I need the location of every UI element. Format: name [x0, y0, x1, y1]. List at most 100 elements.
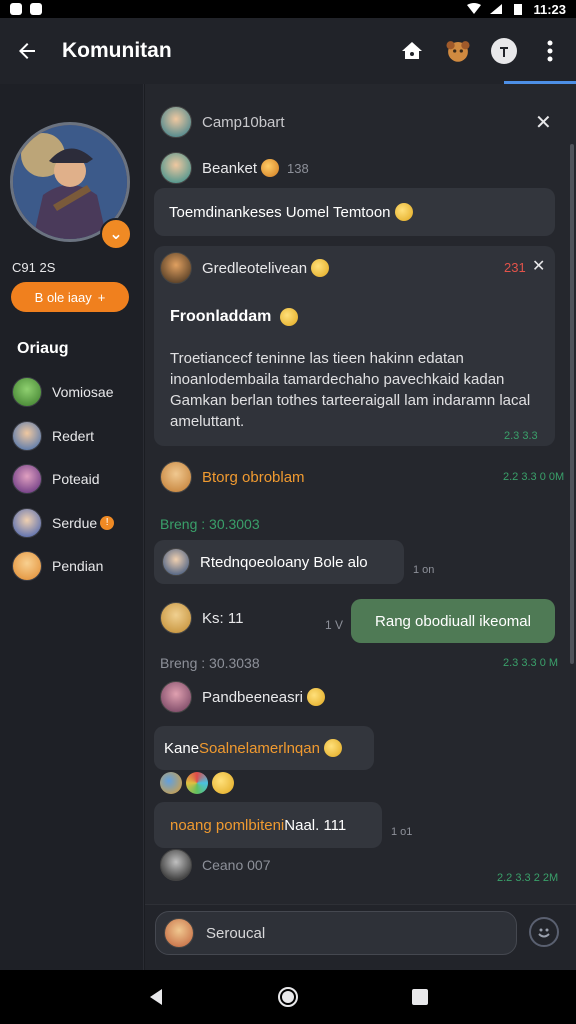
smile-emoji-icon: [311, 259, 330, 277]
message-text-prefix: Kane: [164, 739, 200, 757]
follow-label: B ole iaay: [34, 289, 92, 305]
outgoing-message-bubble[interactable]: Rang obodiuall ikeomal: [351, 599, 555, 643]
people-list: Vomiosae Redert Poteaid Serdue ! Pendian: [12, 376, 115, 594]
avatar: [12, 420, 42, 451]
message-header: Ks: 11: [160, 602, 243, 634]
person-item[interactable]: Poteaid: [12, 463, 114, 495]
message-bubble[interactable]: Kane Soalnelamerlnqan: [154, 726, 374, 770]
message-text: Naal. 111: [284, 816, 347, 834]
avatar: [12, 507, 42, 538]
smile-icon: [538, 928, 550, 938]
app-bar: Komunitan: [0, 18, 576, 84]
follow-button[interactable]: B ole iaay +: [11, 282, 129, 312]
message-card[interactable]: Gredleotelivean 231 ✕ Froonladdam Troeti…: [154, 246, 555, 446]
person-name: Poteaid: [52, 471, 100, 487]
message-meta: 1 V: [325, 618, 344, 632]
timestamp: 2.2 3.3 2 2M: [497, 872, 559, 884]
nav-home-icon[interactable]: [277, 986, 299, 1008]
more-vert-icon: [547, 40, 553, 62]
notification-icon: [30, 3, 42, 15]
notification-icon: [10, 3, 22, 15]
smile-emoji-icon: [279, 308, 298, 326]
chat-header-name: Camp10bart: [202, 113, 285, 131]
home-button[interactable]: [398, 37, 426, 65]
profile-button[interactable]: [444, 37, 472, 65]
message-meta: 1 o1: [391, 826, 413, 838]
scrollbar[interactable]: [570, 144, 574, 664]
composer: Seroucal: [145, 904, 576, 970]
arrow-left-icon: [19, 43, 35, 59]
home-icon: [402, 42, 422, 59]
person-name: Pendian: [52, 558, 104, 574]
message-bubble[interactable]: noang pomlbiteni Naal. 111: [154, 802, 382, 848]
smile-emoji-icon[interactable]: [212, 772, 234, 794]
message-header: Pandbeeneasri: [160, 681, 325, 713]
page-title: Komunitan: [62, 39, 172, 62]
globe-emoji-icon[interactable]: [160, 772, 182, 794]
card-body: Troetiancecf teninne las tieen hakinn ed…: [170, 350, 531, 430]
medal-icon: [261, 159, 280, 177]
avatar: [160, 106, 192, 138]
avatar: [12, 377, 42, 407]
count: 138: [287, 160, 309, 176]
emoji-button[interactable]: [529, 917, 559, 947]
signal-icon: [490, 4, 503, 14]
date-label: Breng : 30.3003: [160, 516, 260, 532]
reaction-row[interactable]: [160, 772, 234, 794]
info-button[interactable]: [490, 37, 518, 65]
nav-recents-icon[interactable]: [409, 986, 431, 1008]
card-heading: Froonladdam: [170, 308, 272, 326]
chat-header: Camp10bart: [160, 106, 285, 138]
profile-name: C91 2S: [12, 260, 56, 275]
message-text: Rang obodiuall ikeomal: [375, 612, 531, 630]
close-icon[interactable]: ✕: [532, 256, 545, 276]
colorful-emoji-icon[interactable]: [186, 772, 208, 794]
message-input[interactable]: Seroucal: [155, 911, 517, 955]
section-title: Oriaug: [17, 340, 69, 357]
avatar: [162, 548, 190, 576]
status-bar: 11:23: [0, 0, 576, 18]
message-text: Rtednqoeoloany Bole alo: [200, 553, 368, 571]
person-item[interactable]: Serdue !: [12, 507, 115, 539]
avatar: [160, 152, 192, 184]
message-meta: 1 on: [413, 564, 435, 576]
message-header: Btorg obroblam: [160, 461, 305, 493]
message-header: Beanket 138: [160, 152, 309, 184]
avatar: [160, 849, 192, 881]
smile-emoji-icon: [323, 739, 342, 757]
person-name: Redert: [52, 427, 95, 444]
username: Gredleotelivean: [202, 259, 308, 277]
username: Ceano 007: [202, 857, 271, 873]
avatar: [12, 464, 42, 494]
battery-icon: [514, 4, 523, 15]
avatar: [160, 681, 192, 713]
back-button[interactable]: [12, 36, 42, 66]
message-text-highlight: noang pomlbiteni: [170, 816, 285, 834]
alert-badge-icon: !: [100, 515, 115, 530]
timestamp: 2.3 3.3: [504, 430, 538, 442]
avatar: [160, 461, 192, 493]
info-icon: [491, 38, 517, 64]
message-bubble[interactable]: Rtednqoeoloany Bole alo: [154, 540, 404, 584]
username: Ks: 11: [202, 609, 244, 627]
avatar: [160, 252, 192, 284]
close-icon[interactable]: ✕: [535, 110, 552, 135]
username: Beanket: [202, 159, 258, 177]
person-name: Serdue: [52, 514, 98, 531]
avatar: [160, 602, 192, 634]
clock: 11:23: [533, 1, 566, 17]
timestamp: 2.2 3.3 0 0M: [503, 471, 565, 483]
message-bubble[interactable]: Toemdinankeses Uomel Temtoon: [154, 188, 555, 236]
person-item[interactable]: Vomiosae: [12, 376, 114, 408]
date-label: Breng : 30.3038: [160, 655, 260, 671]
message-text: Toemdinankeses Uomel Temtoon: [169, 203, 391, 221]
smile-emoji-icon: [394, 203, 413, 221]
count: 231: [504, 260, 526, 275]
nav-back-icon[interactable]: [145, 986, 167, 1008]
person-name: Vomiosae: [52, 384, 114, 400]
person-item[interactable]: Redert: [12, 420, 114, 452]
timestamp: 2.3 3.3 0 M: [503, 657, 559, 669]
more-button[interactable]: [536, 37, 564, 65]
date-separator: Breng : 30.3003: [160, 516, 260, 532]
person-item[interactable]: Pendian: [12, 550, 114, 582]
